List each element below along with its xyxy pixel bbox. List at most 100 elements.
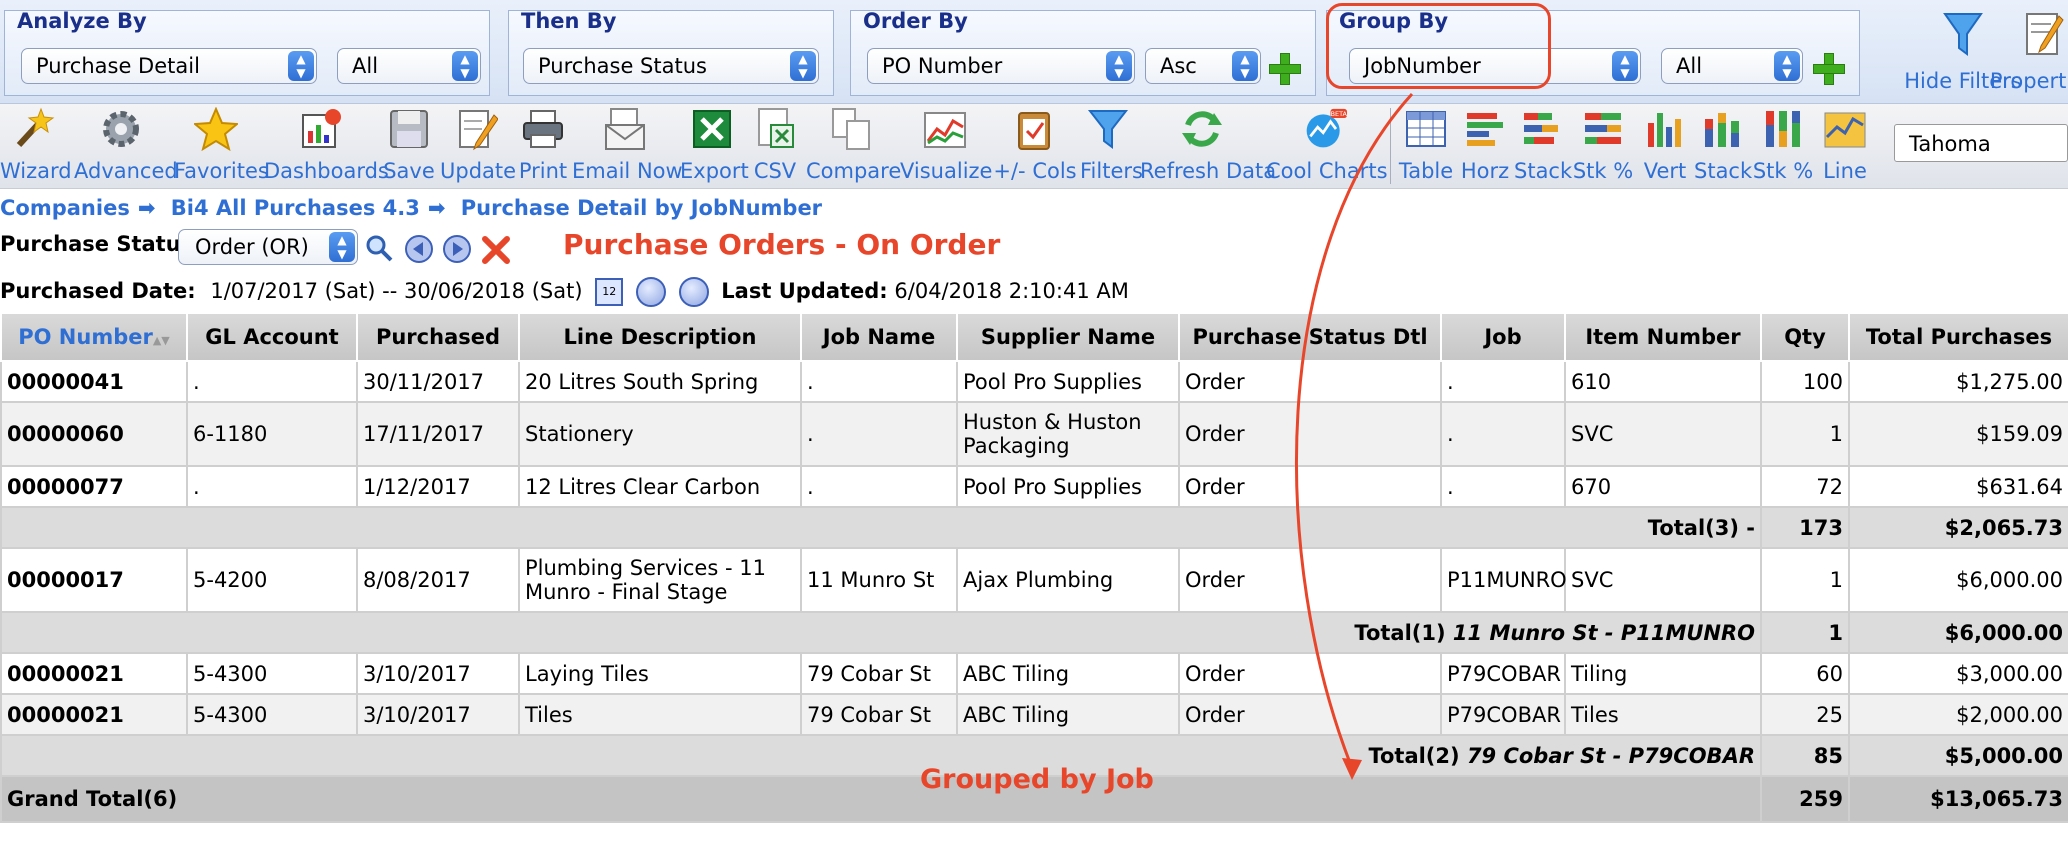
chart-stack-v-button[interactable]: Stack (1694, 107, 1752, 183)
table-row[interactable]: 00000021 5-4300 3/10/2017 Laying Tiles 79 Co… (0, 652, 2068, 695)
table-header-row: PO Number▲▼ GL Account Purchased Line De… (0, 312, 2068, 362)
table-row[interactable]: 00000017 5-4200 8/08/2017 Plumbing Services… (0, 547, 2068, 613)
next-icon[interactable] (442, 234, 472, 264)
breadcrumb-link[interactable]: Companies (0, 196, 130, 220)
table-row[interactable]: 00000041. 30/11/2017 20 Litres South Sprin… (0, 360, 2068, 403)
purchased-date-label: Purchased Date: (0, 279, 196, 303)
toolbar: Wizard Advanced Favorites Dashboards Sav… (0, 104, 2068, 189)
save-label: Save (383, 159, 435, 183)
then-by-group: Then By Purchase Status ▲ ▼ (508, 9, 834, 96)
table-row[interactable]: 00000077. 1/12/2017 12 Litres Clear Carbon… (0, 465, 2068, 508)
select-arrows-icon: ▲ ▼ (452, 51, 478, 81)
analyze-by-group: Analyze By Purchase Detail ▲ ▼ All ▲ ▼ (4, 9, 490, 96)
column-header-purchase-status-dtl[interactable]: Purchase Status Dtl (1178, 312, 1442, 362)
dashboards-button[interactable]: Dashboards (264, 107, 389, 183)
advanced-button[interactable]: Advanced (74, 107, 178, 183)
calendar-icon[interactable]: 12 (595, 278, 624, 306)
line-description-cell: Tiles (518, 693, 802, 736)
grand-total-label: Grand Total(6) (0, 775, 1762, 823)
cool-charts-icon: BETA (1306, 108, 1347, 148)
chart-horz-button[interactable]: Horz (1458, 107, 1512, 183)
group-total-amount: $2,065.73 (1848, 506, 2068, 549)
column-header-po-number[interactable]: PO Number▲▼ (0, 312, 188, 362)
total-label-text: Total(2) (1368, 743, 1460, 768)
properties-label: Properties (1989, 69, 2068, 93)
group-by-scope-select[interactable]: All ▲ ▼ (1661, 48, 1803, 84)
then-by-select[interactable]: Purchase Status ▲ ▼ (523, 48, 819, 84)
next-period-icon[interactable] (678, 277, 709, 307)
column-header-line-description[interactable]: Line Description (518, 312, 802, 362)
item-number-cell: SVC (1564, 547, 1762, 613)
column-header-supplier-name[interactable]: Supplier Name (956, 312, 1180, 362)
clear-icon[interactable] (480, 234, 512, 266)
csv-button[interactable]: CSV (748, 107, 802, 183)
cool-charts-label: Cool Charts (1266, 159, 1388, 183)
purchased-cell: 1/12/2017 (356, 465, 520, 508)
table-row[interactable]: 00000021 5-4300 3/10/2017 Tiles 79 Cobar St A… (0, 693, 2068, 736)
search-icon[interactable] (364, 233, 394, 263)
export-button[interactable]: Export (680, 107, 749, 183)
add-group-icon[interactable] (1813, 53, 1845, 85)
job-cell: P11MUNRO (1440, 547, 1567, 613)
table-icon (1406, 111, 1446, 147)
group-total-label: Total(3) - (0, 506, 1762, 549)
purchase-status-select[interactable]: Order (OR) ▲ ▼ (178, 229, 358, 265)
update-button[interactable]: Update (440, 107, 516, 183)
breadcrumb-current[interactable]: Purchase Detail by JobNumber (461, 196, 822, 220)
column-header-item-number[interactable]: Item Number (1564, 312, 1762, 362)
purchased-cell: 17/11/2017 (356, 401, 520, 467)
notepad-icon (2026, 13, 2064, 55)
job-cell: P79COBAR (1440, 652, 1566, 695)
favorites-button[interactable]: Favorites (174, 106, 269, 183)
visualize-button[interactable]: Visualize (900, 107, 992, 183)
order-direction-select[interactable]: Asc ▲ ▼ (1145, 48, 1261, 84)
column-header-job[interactable]: Job (1440, 312, 1566, 362)
chart-stack-h-button[interactable]: Stack (1514, 107, 1572, 183)
properties-button[interactable]: Properties (1988, 10, 2068, 93)
add-order-icon[interactable] (1269, 53, 1301, 85)
chart-vert-button[interactable]: Vert (1640, 107, 1690, 183)
dashboards-label: Dashboards (264, 159, 389, 183)
column-header-qty[interactable]: Qty (1760, 312, 1850, 362)
star-icon (192, 106, 240, 152)
previous-icon[interactable] (404, 234, 434, 264)
supplier-name-cell: Pool Pro Supplies (956, 465, 1180, 508)
wizard-button[interactable]: Wizard (0, 107, 72, 183)
order-by-group: Order By PO Number ▲ ▼ Asc ▲ ▼ (850, 9, 1316, 96)
chart-horz-label: Horz (1460, 159, 1510, 183)
breadcrumb-link[interactable]: Bi4 All Purchases 4.3 (171, 196, 420, 220)
previous-period-icon[interactable] (635, 277, 666, 307)
add-remove-columns-button[interactable]: +/- Cols (990, 107, 1080, 183)
purchased-cell: 30/11/2017 (356, 360, 520, 403)
cool-charts-button[interactable]: BETA Cool Charts (1266, 107, 1388, 183)
print-button[interactable]: Print (516, 107, 570, 183)
chart-table-button[interactable]: Table (1398, 107, 1454, 183)
filters-button[interactable]: Filters (1080, 107, 1143, 183)
status-cell: Order (1178, 401, 1442, 467)
save-button[interactable]: Save (382, 107, 436, 183)
qty-cell: 1 (1760, 547, 1850, 613)
refresh-data-button[interactable]: Refresh Data (1140, 107, 1276, 183)
advanced-label: Advanced (74, 159, 178, 183)
chart-stk-pct-v-button[interactable]: Stk % (1752, 107, 1814, 183)
column-header-purchased[interactable]: Purchased (356, 312, 520, 362)
email-now-button[interactable]: Email Now (572, 107, 683, 183)
po-number-cell: 00000021 (0, 693, 188, 736)
table-row[interactable]: 00000060 6-1180 17/11/2017 Stationery. Husto… (0, 401, 2068, 467)
compare-button[interactable]: Compare (806, 107, 901, 183)
column-header-gl-account[interactable]: GL Account (186, 312, 358, 362)
po-number-cell: 00000021 (0, 652, 188, 695)
export-label: Export (680, 159, 749, 183)
group-total-qty: 1 (1760, 611, 1850, 654)
csv-file-icon (758, 108, 794, 148)
job-cell: . (1440, 401, 1566, 467)
column-header-total-purchases[interactable]: Total Purchases (1848, 312, 2068, 362)
column-header-job-name[interactable]: Job Name (800, 312, 958, 362)
order-by-select[interactable]: PO Number ▲ ▼ (867, 48, 1135, 84)
order-by-title: Order By (863, 9, 968, 33)
chart-stk-pct-h-button[interactable]: Stk % (1572, 107, 1634, 183)
analyze-by-select[interactable]: Purchase Detail ▲ ▼ (21, 48, 317, 84)
analyze-by-scope-select[interactable]: All ▲ ▼ (337, 48, 481, 84)
chart-line-button[interactable]: Line (1818, 107, 1872, 183)
font-select[interactable]: Tahoma (1894, 124, 2068, 162)
